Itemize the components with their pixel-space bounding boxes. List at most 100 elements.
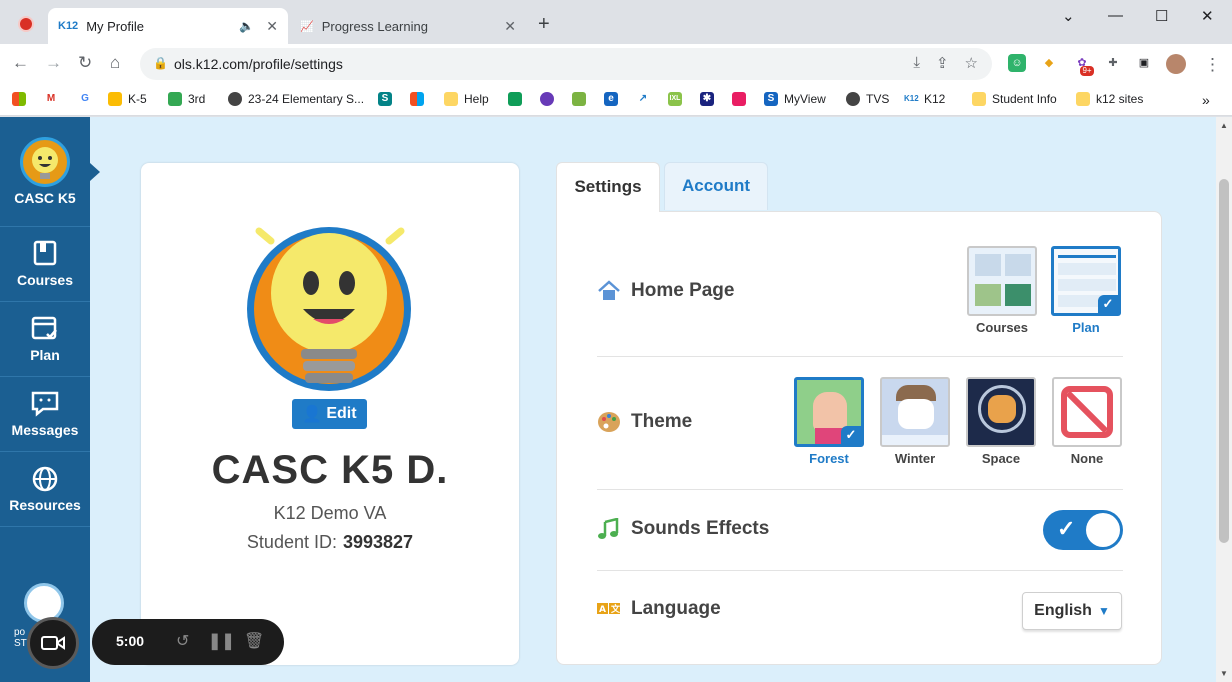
- back-icon[interactable]: ←: [12, 53, 29, 73]
- home-icon: [598, 280, 620, 300]
- checkmark-icon: ✓: [1057, 516, 1076, 541]
- pattern-bookmark-icon[interactable]: ✱: [700, 92, 720, 106]
- bookmark-elementary[interactable]: 23-24 Elementary S...: [228, 92, 364, 106]
- divider: [597, 356, 1123, 357]
- maximize-button[interactable]: ☐: [1155, 7, 1168, 25]
- profile-avatar[interactable]: [1166, 54, 1186, 74]
- sidebar-item-label: Resources: [9, 497, 81, 513]
- lime-bookmark-icon[interactable]: [572, 92, 592, 106]
- sidebar-item-courses[interactable]: Courses: [0, 228, 90, 302]
- checkmark-icon: ✓: [1098, 295, 1118, 313]
- extension-shield-icon[interactable]: ◆: [1040, 54, 1058, 72]
- scrollbar-thumb[interactable]: [1219, 179, 1229, 543]
- option-label: Courses: [975, 320, 1029, 335]
- minimize-button[interactable]: —: [1108, 7, 1123, 24]
- audio-playing-icon[interactable]: 🔈: [239, 19, 254, 33]
- app-content: CASC K5 Courses Plan Messages Resources …: [0, 117, 1232, 682]
- pink-bookmark-icon[interactable]: [732, 92, 752, 106]
- google-bookmark-icon[interactable]: G: [78, 92, 98, 106]
- tab-title: Progress Learning: [321, 18, 428, 34]
- music-note-icon: [598, 518, 619, 539]
- close-tab-icon[interactable]: ✕: [504, 18, 516, 35]
- homepage-option-courses[interactable]: Courses: [967, 246, 1037, 335]
- url-text[interactable]: ols.k12.com/profile/settings: [174, 56, 343, 72]
- sound-effects-toggle[interactable]: ✓: [1043, 510, 1123, 550]
- sidebar-item-messages[interactable]: Messages: [0, 378, 90, 452]
- ixl-bookmark-icon[interactable]: IXL: [668, 92, 688, 106]
- ea-bookmark-icon[interactable]: e: [604, 92, 624, 106]
- drive-icon: [168, 92, 182, 106]
- sidebar-item-resources[interactable]: Resources: [0, 453, 90, 527]
- extension-green-icon[interactable]: ☺: [1008, 54, 1026, 72]
- bookmark-student-info[interactable]: Student Info: [972, 92, 1057, 106]
- reload-icon[interactable]: ↻: [78, 53, 92, 73]
- language-select[interactable]: English ▼: [1022, 592, 1122, 630]
- video-camera-icon: [41, 636, 65, 650]
- sharepoint-bookmark-icon[interactable]: S: [378, 92, 398, 106]
- windows-bookmark-icon[interactable]: [12, 92, 32, 106]
- share-icon[interactable]: ⇪: [936, 54, 949, 72]
- more-bookmarks-icon[interactable]: »: [1202, 92, 1210, 108]
- theme-option-winter[interactable]: Winter: [880, 377, 950, 466]
- tab-progress-learning[interactable]: 📈 Progress Learning ✕: [290, 8, 526, 44]
- gmail-bookmark-icon[interactable]: M: [44, 92, 64, 106]
- tab-my-profile[interactable]: K12 My Profile 🔈 ✕: [48, 8, 288, 44]
- edit-avatar-button[interactable]: 👤 Edit: [292, 399, 367, 429]
- divider: [597, 570, 1123, 571]
- pause-icon[interactable]: ❚❚: [208, 631, 235, 651]
- bookmark-k12-sites[interactable]: k12 sites: [1076, 92, 1143, 106]
- new-tab-button[interactable]: +: [538, 13, 550, 36]
- active-arrow: [90, 163, 100, 181]
- bookmark-myview[interactable]: S MyView: [764, 92, 826, 106]
- language-row: A 文 Language: [597, 598, 721, 619]
- install-icon[interactable]: ⤓: [913, 54, 920, 72]
- theme-option-forest[interactable]: ✓ Forest: [794, 377, 864, 466]
- tab-account[interactable]: Account: [664, 162, 768, 210]
- globe-icon: [228, 92, 242, 106]
- bookmark-3rd[interactable]: 3rd: [168, 92, 205, 106]
- side-panel-icon[interactable]: ▣: [1135, 54, 1153, 72]
- office-bookmark-icon[interactable]: [410, 92, 430, 106]
- bookmark-k12[interactable]: K12 K12: [904, 92, 945, 106]
- theme-row: Theme: [597, 411, 692, 433]
- menu-kebab-icon[interactable]: ⋮: [1204, 55, 1221, 75]
- bookmark-star-icon[interactable]: ☆: [965, 54, 978, 72]
- bookmark-tvs[interactable]: TVS: [846, 92, 889, 106]
- sidebar: CASC K5 Courses Plan Messages Resources …: [0, 117, 100, 682]
- chart-favicon-icon: 📈: [300, 20, 314, 33]
- close-tab-icon[interactable]: ✕: [266, 18, 278, 35]
- theme-option-none[interactable]: None: [1052, 377, 1122, 466]
- tab-search-icon[interactable]: ⌄: [1062, 7, 1075, 25]
- theme-option-space[interactable]: Space: [966, 377, 1036, 466]
- extensions-puzzle-icon[interactable]: ✚: [1104, 54, 1122, 72]
- sidebar-profile[interactable]: CASC K5: [0, 117, 100, 227]
- close-window-button[interactable]: ✕: [1201, 7, 1214, 25]
- sidebar-item-label: Courses: [16, 272, 74, 288]
- address-bar[interactable]: 🔒 ols.k12.com/profile/settings ⤓ ⇪ ☆: [140, 48, 992, 80]
- homepage-option-plan[interactable]: ✓ Plan: [1051, 246, 1121, 335]
- camera-toggle-button[interactable]: [27, 617, 79, 669]
- bookmark-k5[interactable]: K-5: [108, 92, 147, 106]
- page-scrollbar[interactable]: ▲ ▼: [1216, 117, 1232, 682]
- message-bubble-icon: [31, 391, 59, 417]
- option-label: Space: [981, 451, 1021, 466]
- sidebar-item-plan[interactable]: Plan: [0, 303, 90, 377]
- folder-icon: [972, 92, 986, 106]
- green-bookmark-icon[interactable]: [508, 92, 528, 106]
- forward-icon[interactable]: →: [45, 53, 62, 73]
- home-icon[interactable]: ⌂: [110, 53, 120, 73]
- option-label: Winter: [894, 451, 936, 466]
- option-label: Plan: [1072, 320, 1100, 335]
- scroll-down-icon[interactable]: ▼: [1220, 669, 1228, 678]
- restart-icon[interactable]: ↺: [176, 631, 189, 651]
- tab-title: My Profile: [86, 18, 144, 34]
- trash-icon[interactable]: 🗑: [244, 631, 264, 651]
- purple-bookmark-icon[interactable]: [540, 92, 560, 106]
- toggle-knob: [1086, 513, 1120, 547]
- scroll-up-icon[interactable]: ▲: [1220, 121, 1228, 130]
- courses-layout-thumbnail: [967, 246, 1037, 316]
- globe-icon: [32, 466, 58, 492]
- tab-settings[interactable]: Settings: [556, 162, 660, 212]
- bookmark-help[interactable]: Help: [444, 92, 489, 106]
- chart-bookmark-icon[interactable]: ↗: [636, 92, 656, 106]
